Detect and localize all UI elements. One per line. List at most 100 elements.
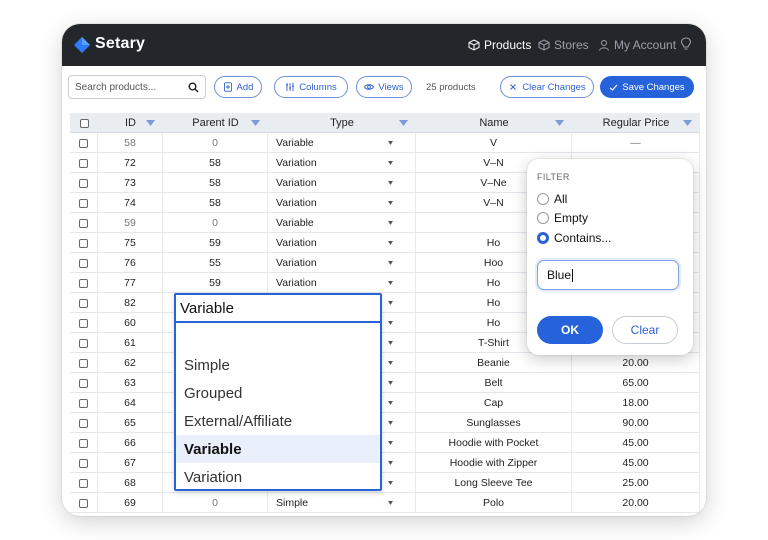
- row-checkbox[interactable]: [79, 458, 88, 468]
- cell-name[interactable]: Polo: [416, 493, 572, 513]
- cell-id[interactable]: 82: [98, 293, 163, 313]
- row-select-cell[interactable]: [70, 293, 98, 313]
- dropdown-arrow-icon[interactable]: [388, 221, 393, 225]
- header-parent-id[interactable]: Parent ID: [163, 113, 268, 133]
- type-option-variable[interactable]: Variable: [176, 435, 380, 463]
- radio-all[interactable]: [537, 193, 549, 205]
- dropdown-arrow-icon[interactable]: [388, 401, 393, 405]
- cell-parent-id[interactable]: 0: [163, 493, 268, 513]
- nav-products[interactable]: Products: [468, 38, 531, 52]
- dropdown-arrow-icon[interactable]: [388, 161, 393, 165]
- filter-ok-button[interactable]: OK: [537, 316, 603, 344]
- row-checkbox[interactable]: [79, 278, 88, 288]
- cell-id[interactable]: 58: [98, 133, 163, 153]
- row-select-cell[interactable]: [70, 233, 98, 253]
- table-row[interactable]: 65 Sunglasses 90.00: [70, 413, 700, 433]
- type-option-grouped[interactable]: Grouped: [176, 379, 380, 407]
- table-row[interactable]: 66 Hoodie with Pocket 45.00: [70, 433, 700, 453]
- row-select-cell[interactable]: [70, 493, 98, 513]
- cell-id[interactable]: 64: [98, 393, 163, 413]
- filter-option-contains[interactable]: Contains...: [537, 231, 611, 245]
- row-select-cell[interactable]: [70, 413, 98, 433]
- filter-clear-button[interactable]: Clear: [612, 316, 678, 344]
- table-row[interactable]: 64 Cap 18.00: [70, 393, 700, 413]
- row-checkbox[interactable]: [79, 238, 88, 248]
- row-select-cell[interactable]: [70, 473, 98, 493]
- row-checkbox[interactable]: [79, 398, 88, 408]
- cell-name[interactable]: Beanie: [416, 353, 572, 373]
- row-select-cell[interactable]: [70, 253, 98, 273]
- dropdown-arrow-icon[interactable]: [388, 201, 393, 205]
- cell-type[interactable]: Variation: [268, 153, 416, 173]
- cell-parent-id[interactable]: 58: [163, 173, 268, 193]
- header-type[interactable]: Type: [268, 113, 416, 133]
- dropdown-arrow-icon[interactable]: [388, 341, 393, 345]
- row-checkbox[interactable]: [79, 438, 88, 448]
- row-checkbox[interactable]: [79, 498, 88, 508]
- search-box[interactable]: [68, 75, 206, 99]
- cell-name[interactable]: Hoodie with Pocket: [416, 433, 572, 453]
- cell-regular-price[interactable]: 25.00: [572, 473, 700, 493]
- type-dropdown-input[interactable]: Variable: [176, 295, 380, 323]
- nav-stores[interactable]: Stores: [538, 38, 589, 52]
- table-row[interactable]: 58 0 Variable V —: [70, 133, 700, 153]
- row-checkbox[interactable]: [79, 218, 88, 228]
- dropdown-arrow-icon[interactable]: [388, 261, 393, 265]
- cell-parent-id[interactable]: 58: [163, 153, 268, 173]
- row-select-cell[interactable]: [70, 173, 98, 193]
- header-regular-price[interactable]: Regular Price: [572, 113, 700, 133]
- save-changes-button[interactable]: Save Changes: [600, 76, 694, 98]
- filter-icon[interactable]: [555, 120, 564, 126]
- row-select-cell[interactable]: [70, 213, 98, 233]
- dropdown-arrow-icon[interactable]: [388, 481, 393, 485]
- cell-regular-price[interactable]: 90.00: [572, 413, 700, 433]
- row-select-cell[interactable]: [70, 373, 98, 393]
- clear-changes-button[interactable]: Clear Changes: [500, 76, 594, 98]
- row-select-cell[interactable]: [70, 393, 98, 413]
- lightbulb-icon[interactable]: [680, 37, 692, 51]
- row-checkbox[interactable]: [79, 318, 88, 328]
- row-checkbox[interactable]: [79, 138, 88, 148]
- cell-name[interactable]: Cap: [416, 393, 572, 413]
- cell-type[interactable]: Variable: [268, 213, 416, 233]
- cell-type[interactable]: Simple: [268, 493, 416, 513]
- dropdown-arrow-icon[interactable]: [388, 461, 393, 465]
- table-row[interactable]: 67 Hoodie with Zipper 45.00: [70, 453, 700, 473]
- dropdown-arrow-icon[interactable]: [388, 141, 393, 145]
- row-checkbox[interactable]: [79, 418, 88, 428]
- cell-type[interactable]: Variation: [268, 173, 416, 193]
- row-checkbox[interactable]: [79, 338, 88, 348]
- header-id[interactable]: ID: [98, 113, 163, 133]
- cell-regular-price[interactable]: 45.00: [572, 453, 700, 473]
- row-select-cell[interactable]: [70, 453, 98, 473]
- cell-name[interactable]: Hoodie with Zipper: [416, 453, 572, 473]
- cell-id[interactable]: 74: [98, 193, 163, 213]
- row-select-cell[interactable]: [70, 353, 98, 373]
- select-all-checkbox[interactable]: [79, 118, 89, 128]
- cell-parent-id[interactable]: 55: [163, 253, 268, 273]
- nav-my-account[interactable]: My Account: [598, 38, 676, 52]
- cell-regular-price[interactable]: 65.00: [572, 373, 700, 393]
- radio-empty[interactable]: [537, 212, 549, 224]
- table-row[interactable]: 62 Beanie 20.00: [70, 353, 700, 373]
- cell-parent-id[interactable]: 0: [163, 133, 268, 153]
- cell-id[interactable]: 61: [98, 333, 163, 353]
- row-checkbox[interactable]: [79, 298, 88, 308]
- row-select-cell[interactable]: [70, 133, 98, 153]
- table-row[interactable]: 68 Long Sleeve Tee 25.00: [70, 473, 700, 493]
- cell-id[interactable]: 72: [98, 153, 163, 173]
- row-checkbox[interactable]: [79, 158, 88, 168]
- cell-id[interactable]: 60: [98, 313, 163, 333]
- row-checkbox[interactable]: [79, 258, 88, 268]
- cell-id[interactable]: 62: [98, 353, 163, 373]
- cell-name[interactable]: Belt: [416, 373, 572, 393]
- row-checkbox[interactable]: [79, 178, 88, 188]
- row-checkbox[interactable]: [79, 478, 88, 488]
- cell-id[interactable]: 65: [98, 413, 163, 433]
- cell-parent-id[interactable]: 58: [163, 193, 268, 213]
- filter-icon[interactable]: [683, 120, 692, 126]
- row-select-cell[interactable]: [70, 313, 98, 333]
- row-checkbox[interactable]: [79, 198, 88, 208]
- header-name[interactable]: Name: [416, 113, 572, 133]
- type-option-variation[interactable]: Variation: [176, 463, 380, 491]
